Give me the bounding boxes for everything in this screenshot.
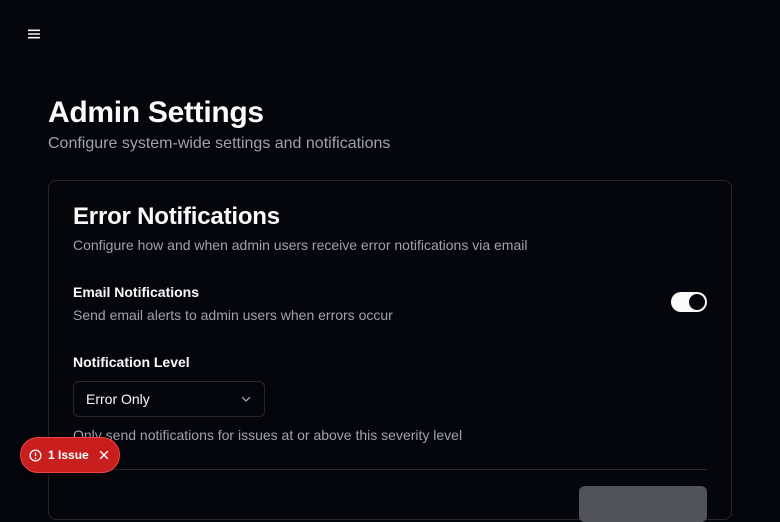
card-title: Error Notifications — [73, 203, 280, 230]
email-notifications-description: Send email alerts to admin users when er… — [73, 307, 393, 323]
menu-button[interactable] — [24, 24, 44, 44]
toggle-knob — [689, 294, 705, 310]
notification-level-help: Only send notifications for issues at or… — [73, 427, 463, 443]
page-title: Admin Settings — [48, 96, 264, 129]
notification-level-select[interactable]: Error Only — [73, 381, 265, 417]
card-description: Configure how and when admin users recei… — [73, 237, 528, 253]
issue-badge[interactable]: 1 Issue — [20, 437, 120, 473]
email-notifications-toggle[interactable] — [671, 292, 707, 312]
chevron-down-icon — [240, 393, 252, 405]
card-divider — [73, 469, 707, 470]
notification-level-value: Error Only — [86, 391, 150, 407]
error-notifications-card: Error Notifications Configure how and wh… — [48, 180, 732, 522]
issue-count-label: 1 Issue — [48, 448, 89, 462]
hamburger-menu-icon — [28, 29, 40, 39]
close-icon[interactable] — [99, 450, 109, 460]
notification-level-label: Notification Level — [73, 354, 190, 370]
page-subtitle: Configure system-wide settings and notif… — [48, 135, 391, 152]
card-footer-button[interactable] — [579, 486, 707, 522]
alert-circle-icon — [29, 448, 42, 462]
email-notifications-label: Email Notifications — [73, 284, 200, 300]
